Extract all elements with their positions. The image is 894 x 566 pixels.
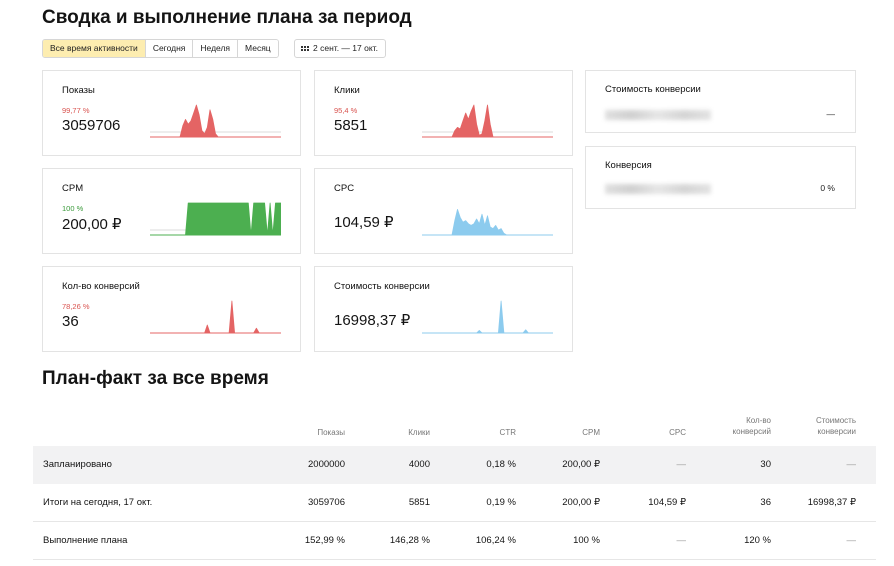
col-header: Показы xyxy=(317,428,345,437)
period-today[interactable]: Сегодня xyxy=(145,40,194,57)
sparkline-cpm xyxy=(150,202,281,236)
sparkline-clicks xyxy=(422,104,553,138)
plan-title: План-факт за все время xyxy=(42,368,269,389)
period-week[interactable]: Неделя xyxy=(193,40,239,57)
table-cell: 152,99 % xyxy=(304,535,345,546)
metric-percent: 100 % xyxy=(62,204,84,213)
table-cell: 36 xyxy=(760,497,771,508)
sparkline-conversion-cost xyxy=(422,300,553,334)
table-row: Итоги на сегодня, 17 окт. 3059706 5851 0,19… xyxy=(33,484,876,522)
period-month[interactable]: Месяц xyxy=(238,40,278,57)
metric-value: 16998,37 ₽ xyxy=(334,312,411,329)
metric-label: Стоимость конверсии xyxy=(334,281,430,292)
plan-table: Показы Клики CTR CPM CPC Кол-во конверси… xyxy=(33,410,876,560)
sparkline-area xyxy=(422,209,553,236)
table-cell: 120 % xyxy=(744,535,771,546)
table-cell: 200,00 ₽ xyxy=(562,459,600,470)
table-cell: 0,18 % xyxy=(486,459,516,470)
metric-card-shows[interactable]: Показы 99,77 % 3059706 xyxy=(42,70,301,156)
metric-label: Конверсия xyxy=(605,160,652,171)
metric-value: 36 xyxy=(62,313,79,330)
metric-percent: 95,4 % xyxy=(334,106,358,115)
metric-label: CPM xyxy=(62,183,84,194)
blurred-bar xyxy=(605,184,711,194)
sparkline-area xyxy=(150,300,281,334)
metric-value: — xyxy=(826,109,836,119)
blurred-bar xyxy=(605,110,711,120)
table-cell: 16998,37 ₽ xyxy=(807,497,856,508)
table-cell: 4000 xyxy=(408,459,430,470)
metric-label: Показы xyxy=(62,85,95,96)
sparkline-conversions xyxy=(150,300,281,334)
metric-label: Кол-во конверсий xyxy=(62,281,140,292)
date-range-button[interactable]: 2 сент. — 17 окт. xyxy=(294,39,386,58)
table-cell: 0,19 % xyxy=(486,497,516,508)
page-title: Сводка и выполнение плана за период xyxy=(42,7,412,28)
table-cell: 2000000 xyxy=(308,459,345,470)
sparkline-cpc xyxy=(422,209,553,236)
metric-value: 0 % xyxy=(820,183,835,193)
col-header: Клики xyxy=(408,428,430,437)
metric-value: 104,59 ₽ xyxy=(334,214,394,231)
table-header: Показы Клики CTR CPM CPC Кол-во конверси… xyxy=(33,410,876,446)
table-cell: 106,24 % xyxy=(475,535,516,546)
calendar-grid-icon xyxy=(301,46,309,51)
col-header: CPC xyxy=(669,428,686,437)
table-cell: — xyxy=(846,535,857,546)
table-cell: 30 xyxy=(760,459,771,470)
col-header: Стоимость конверсии xyxy=(815,416,856,436)
table-cell: — xyxy=(676,459,687,470)
table-cell: — xyxy=(676,535,687,546)
metric-value: 5851 xyxy=(334,117,368,134)
metric-label: CPC xyxy=(334,183,355,194)
date-range-label: 2 сент. — 17 окт. xyxy=(313,43,378,53)
table-row: Запланировано 2000000 4000 0,18 % 200,00 ₽ — 3… xyxy=(33,446,876,484)
table-cell: 104,59 ₽ xyxy=(648,497,686,508)
table-row: Выполнение плана 152,99 % 146,28 % 106,24 %… xyxy=(33,522,876,560)
col-header: CTR xyxy=(499,428,516,437)
metric-card-cpc[interactable]: CPC 104,59 ₽ xyxy=(314,168,573,254)
metric-card-clicks[interactable]: Клики 95,4 % 5851 xyxy=(314,70,573,156)
metric-percent: 99,77 % xyxy=(62,106,90,115)
row-label: Итоги на сегодня, 17 окт. xyxy=(43,497,153,508)
col-header: CPM xyxy=(582,428,600,437)
metric-label: Клики xyxy=(334,85,360,96)
metric-label: Стоимость конверсии xyxy=(605,84,701,95)
right-card-conversion[interactable]: Конверсия 0 % xyxy=(585,146,856,209)
metric-card-cpm[interactable]: CPM 100 % 200,00 ₽ xyxy=(42,168,301,254)
sparkline-area xyxy=(422,300,553,334)
table-cell: — xyxy=(846,459,857,470)
col-header: Кол-во конверсий xyxy=(732,416,771,436)
right-card-conversion-cost[interactable]: Стоимость конверсии — xyxy=(585,70,856,133)
table-cell: 200,00 ₽ xyxy=(562,497,600,508)
table-cell: 146,28 % xyxy=(389,535,430,546)
period-all-time[interactable]: Все время активности xyxy=(43,40,146,57)
metric-value: 200,00 ₽ xyxy=(62,216,122,233)
metric-card-conversions[interactable]: Кол-во конверсий 78,26 % 36 xyxy=(42,266,301,352)
table-cell: 5851 xyxy=(408,497,430,508)
metric-card-conversion-cost[interactable]: Стоимость конверсии 16998,37 ₽ xyxy=(314,266,573,352)
metric-percent: 78,26 % xyxy=(62,302,90,311)
table-cell: 100 % xyxy=(573,535,600,546)
row-label: Запланировано xyxy=(43,459,112,470)
metric-value: 3059706 xyxy=(62,117,121,134)
row-label: Выполнение плана xyxy=(43,535,128,546)
period-selector: Все время активности Сегодня Неделя Меся… xyxy=(42,39,279,58)
sparkline-shows xyxy=(150,104,281,138)
table-cell: 3059706 xyxy=(308,497,345,508)
